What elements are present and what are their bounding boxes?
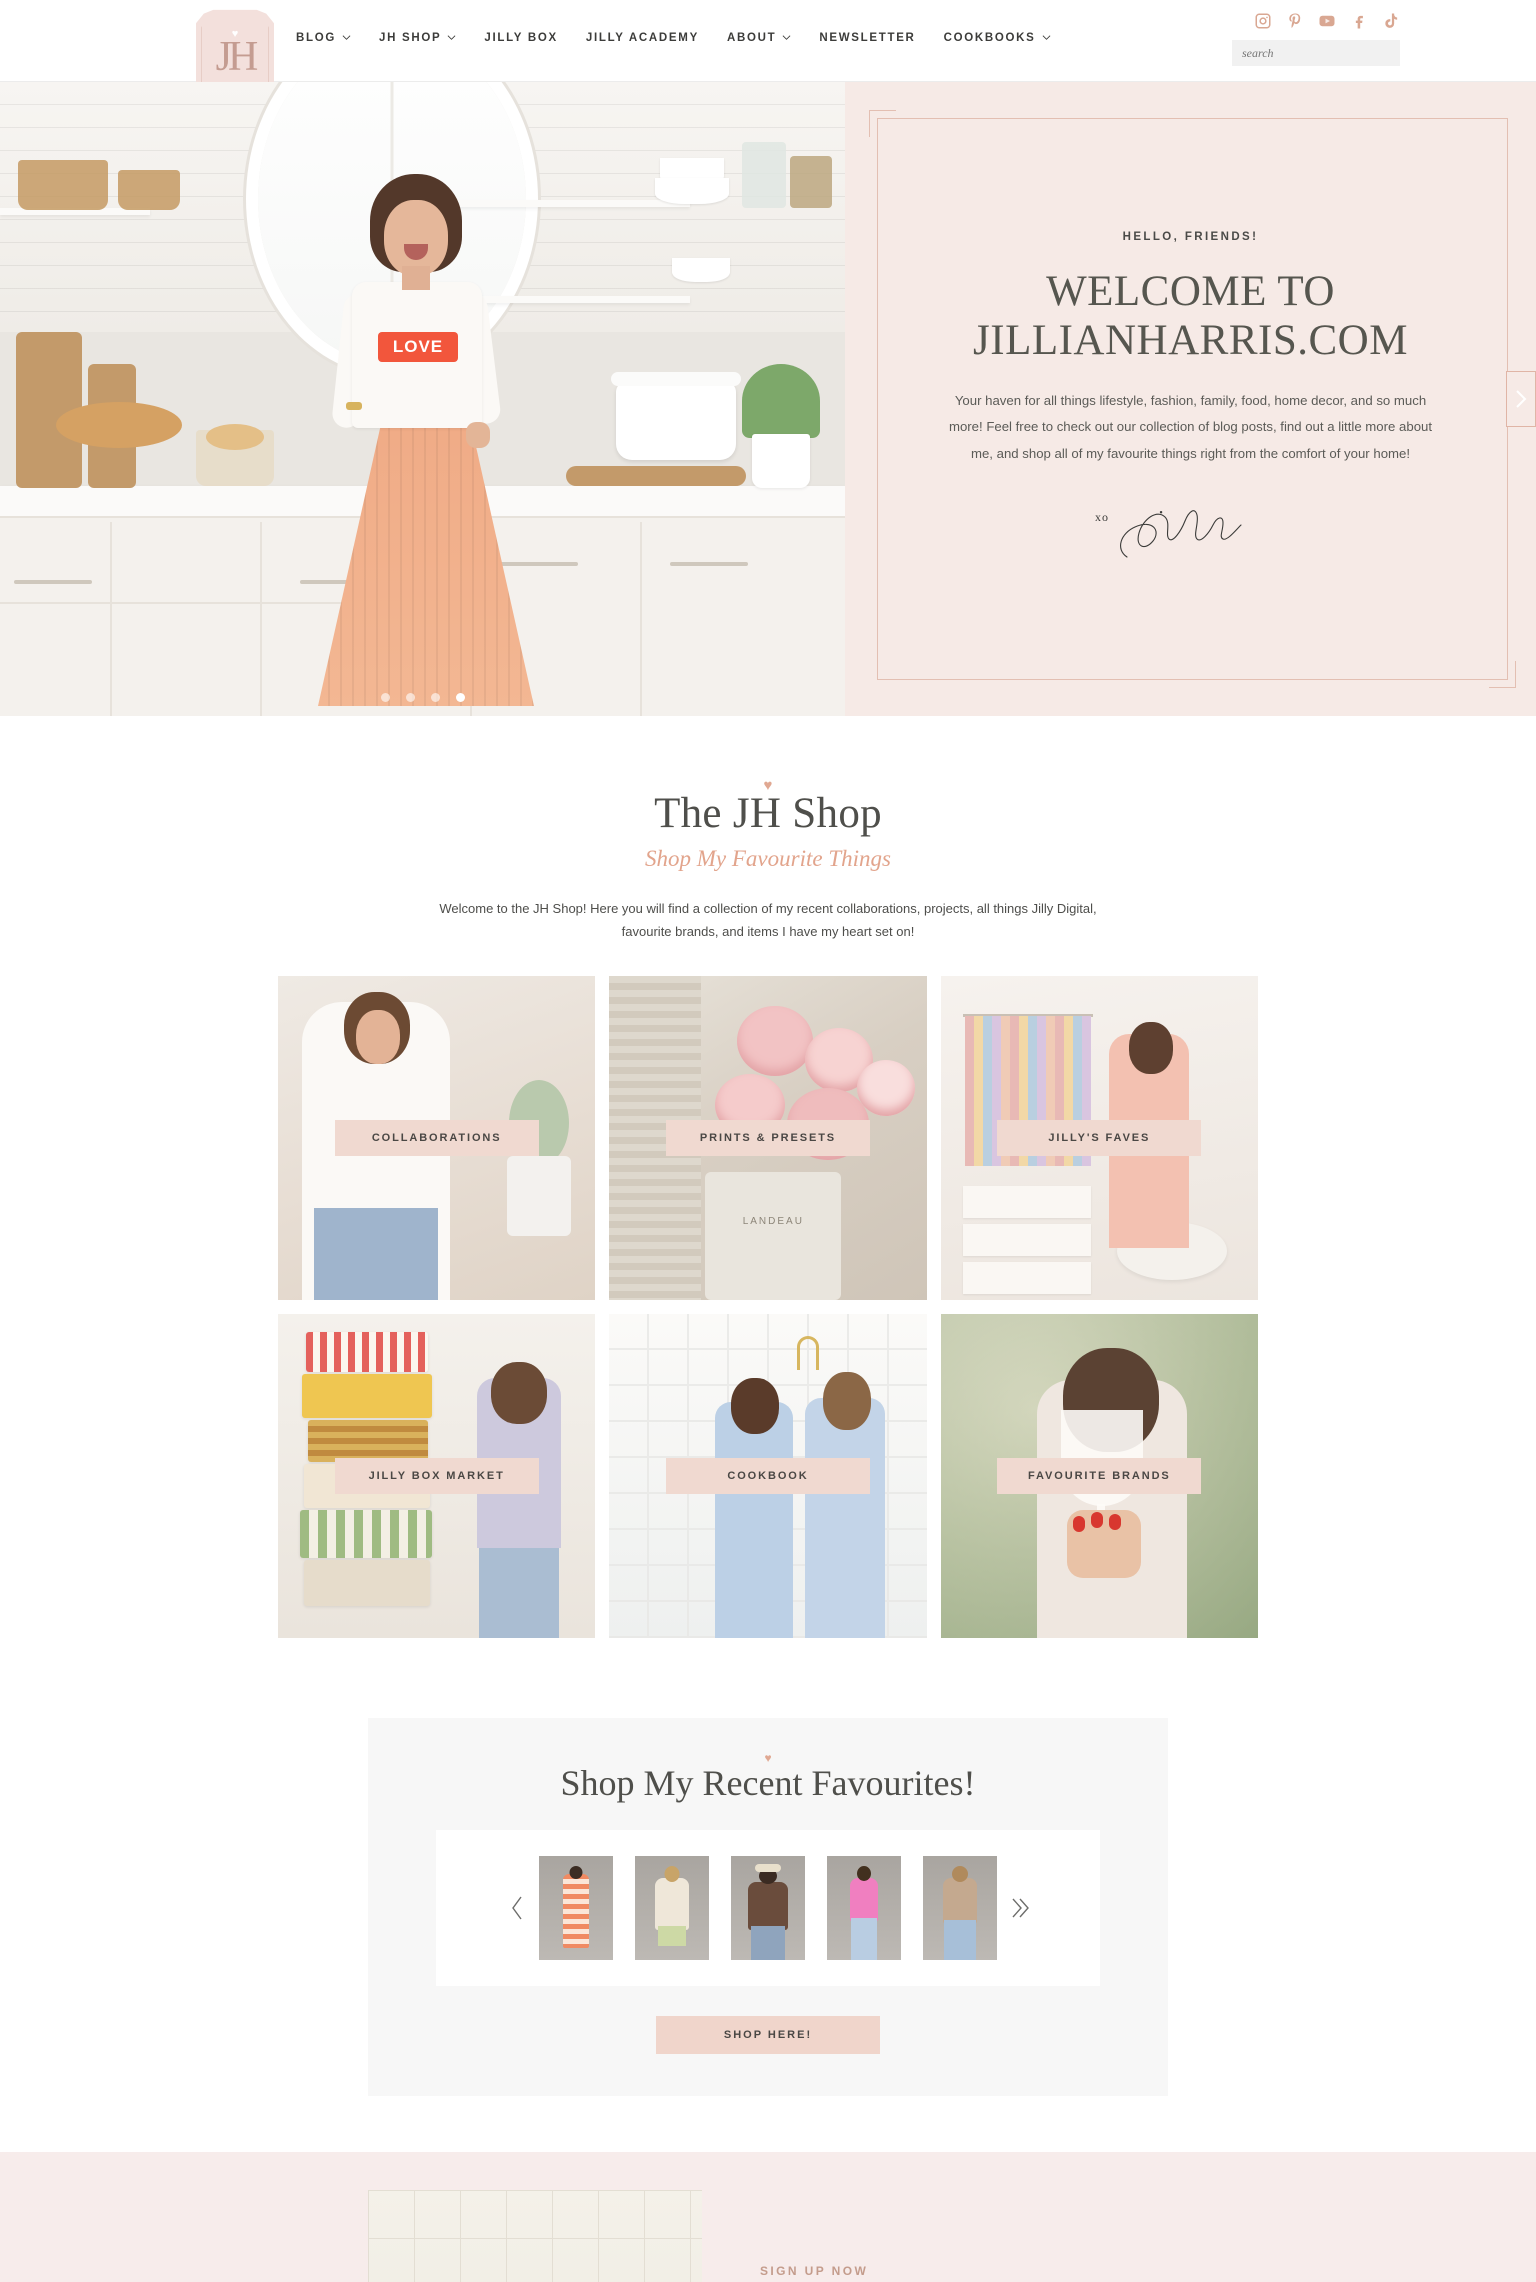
- shop-description: Welcome to the JH Shop! Here you will fi…: [439, 901, 1097, 939]
- hero-section: LOVE HELLO, FRIENDS! WELCOME TO JILLIANH…: [0, 82, 1536, 716]
- hero-dot-active[interactable]: [455, 693, 465, 702]
- shop-tile-collaborations[interactable]: COLLABORATIONS: [278, 975, 596, 1300]
- youtube-icon[interactable]: [1318, 12, 1336, 30]
- nav-item-cookbooks[interactable]: COOKBOOKS: [944, 32, 1051, 44]
- nav-label: BLOG: [296, 32, 337, 44]
- nav-item-jilly-academy[interactable]: JILLY ACADEMY: [586, 32, 699, 44]
- shop-tile-jillys-faves[interactable]: JILLY'S FAVES: [940, 975, 1258, 1300]
- favourites-title: Shop My Recent Favourites!: [560, 1762, 976, 1803]
- carousel-prev-button[interactable]: [495, 1895, 539, 1921]
- hero-dot[interactable]: [430, 693, 440, 702]
- nav-label: JILLY ACADEMY: [585, 32, 699, 44]
- tile-box-text: LANDEAU: [742, 1215, 804, 1227]
- svg-text:xo: xo: [1095, 510, 1109, 524]
- page-root: ♥ JH BLOG JH SHOP JILLY BOX JILLY ACADEM…: [0, 0, 1536, 2282]
- hero-photo: LOVE: [0, 82, 845, 716]
- logo-monogram: JH: [215, 34, 259, 80]
- carousel-next-button[interactable]: [997, 1895, 1041, 1921]
- jh-shop-section: ♥ The JH Shop Shop My Favourite Things W…: [0, 716, 1536, 1674]
- nav-item-jilly-box[interactable]: JILLY BOX: [484, 32, 557, 44]
- recent-favourites-section: ♥ Shop My Recent Favourites! SHOP HERE!: [0, 1673, 1536, 2152]
- hero-title: WELCOME TO JILLIANHARRIS.COM: [927, 267, 1455, 366]
- site-header: ♥ JH BLOG JH SHOP JILLY BOX JILLY ACADEM…: [0, 0, 1536, 102]
- nav-label: JILLY BOX: [484, 32, 558, 44]
- shop-tile-cookbook[interactable]: COOKBOOK: [609, 1313, 927, 1638]
- nav-item-jh-shop[interactable]: JH SHOP: [379, 32, 456, 44]
- hero-eyebrow: HELLO, FRIENDS!: [1122, 230, 1259, 243]
- hero-dot[interactable]: [380, 693, 390, 702]
- chevron-down-icon: [1042, 33, 1051, 42]
- shop-subtitle: Shop My Favourite Things: [645, 846, 891, 871]
- shop-tile-prints-presets[interactable]: LANDEAU PRINTS & PRESETS: [609, 975, 927, 1300]
- hero-body-text: Your haven for all things lifestyle, fas…: [948, 392, 1433, 461]
- shop-tile-jilly-box-market[interactable]: JILLY BOX MARKET: [278, 1313, 596, 1638]
- nav-item-about[interactable]: ABOUT: [727, 32, 791, 44]
- instagram-icon[interactable]: [1254, 12, 1272, 30]
- nav-label: JH SHOP: [379, 32, 442, 44]
- hero-title-line2: JILLIANHARRIS.COM: [973, 317, 1408, 365]
- newsletter-section: SIGN UP NOW: [0, 2151, 1536, 2282]
- tiktok-icon[interactable]: [1382, 12, 1400, 30]
- hero-copy: HELLO, FRIENDS! WELCOME TO JILLIANHARRIS…: [845, 82, 1536, 716]
- tile-label: JILLY BOX MARKET: [334, 1457, 539, 1494]
- hero-next-button[interactable]: [1506, 371, 1536, 427]
- shop-category-grid: COLLABORATIONS LANDEAU PRINTS & PRESETS: [278, 975, 1258, 1638]
- main-navigation: BLOG JH SHOP JILLY BOX JILLY ACADEMY ABO…: [296, 32, 1051, 44]
- social-links: [1254, 12, 1400, 30]
- nav-item-newsletter[interactable]: NEWSLETTER: [819, 32, 915, 44]
- chevron-down-icon: [342, 33, 351, 42]
- carousel-item[interactable]: [539, 1855, 613, 1960]
- search-input[interactable]: [1232, 40, 1400, 66]
- tile-label: PRINTS & PRESETS: [665, 1119, 870, 1156]
- hero-slider-dots[interactable]: [380, 693, 465, 702]
- tile-label: COOKBOOK: [665, 1457, 870, 1494]
- hero-model: LOVE: [316, 174, 546, 716]
- shop-tile-favourite-brands[interactable]: FAVOURITE BRANDS: [940, 1313, 1258, 1638]
- carousel-item[interactable]: [731, 1855, 805, 1960]
- carousel-item[interactable]: [827, 1855, 901, 1960]
- hero-title-line1: WELCOME TO: [1046, 267, 1335, 315]
- carousel-item[interactable]: [923, 1855, 997, 1960]
- facebook-icon[interactable]: [1350, 12, 1368, 30]
- sign-up-now-label[interactable]: SIGN UP NOW: [760, 2264, 868, 2278]
- nav-label: COOKBOOKS: [943, 32, 1036, 44]
- page-title: The JH Shop: [654, 790, 882, 837]
- carousel-items: [539, 1855, 997, 1960]
- carousel-item[interactable]: [635, 1855, 709, 1960]
- jillian-signature: xo: [927, 487, 1455, 567]
- shop-here-button[interactable]: SHOP HERE!: [656, 2015, 880, 2054]
- favourites-carousel: [436, 1829, 1100, 1986]
- nav-label: ABOUT: [726, 32, 777, 44]
- nav-item-blog[interactable]: BLOG: [296, 32, 351, 44]
- hero-dot[interactable]: [405, 693, 415, 702]
- tile-label: FAVOURITE BRANDS: [997, 1457, 1202, 1494]
- chevron-down-icon: [447, 33, 456, 42]
- nav-label: NEWSLETTER: [819, 32, 916, 44]
- tile-label: JILLY'S FAVES: [997, 1119, 1202, 1156]
- newsletter-image: [368, 2189, 702, 2282]
- chevron-down-icon: [782, 33, 791, 42]
- pinterest-icon[interactable]: [1286, 12, 1304, 30]
- tile-label: COLLABORATIONS: [334, 1119, 539, 1156]
